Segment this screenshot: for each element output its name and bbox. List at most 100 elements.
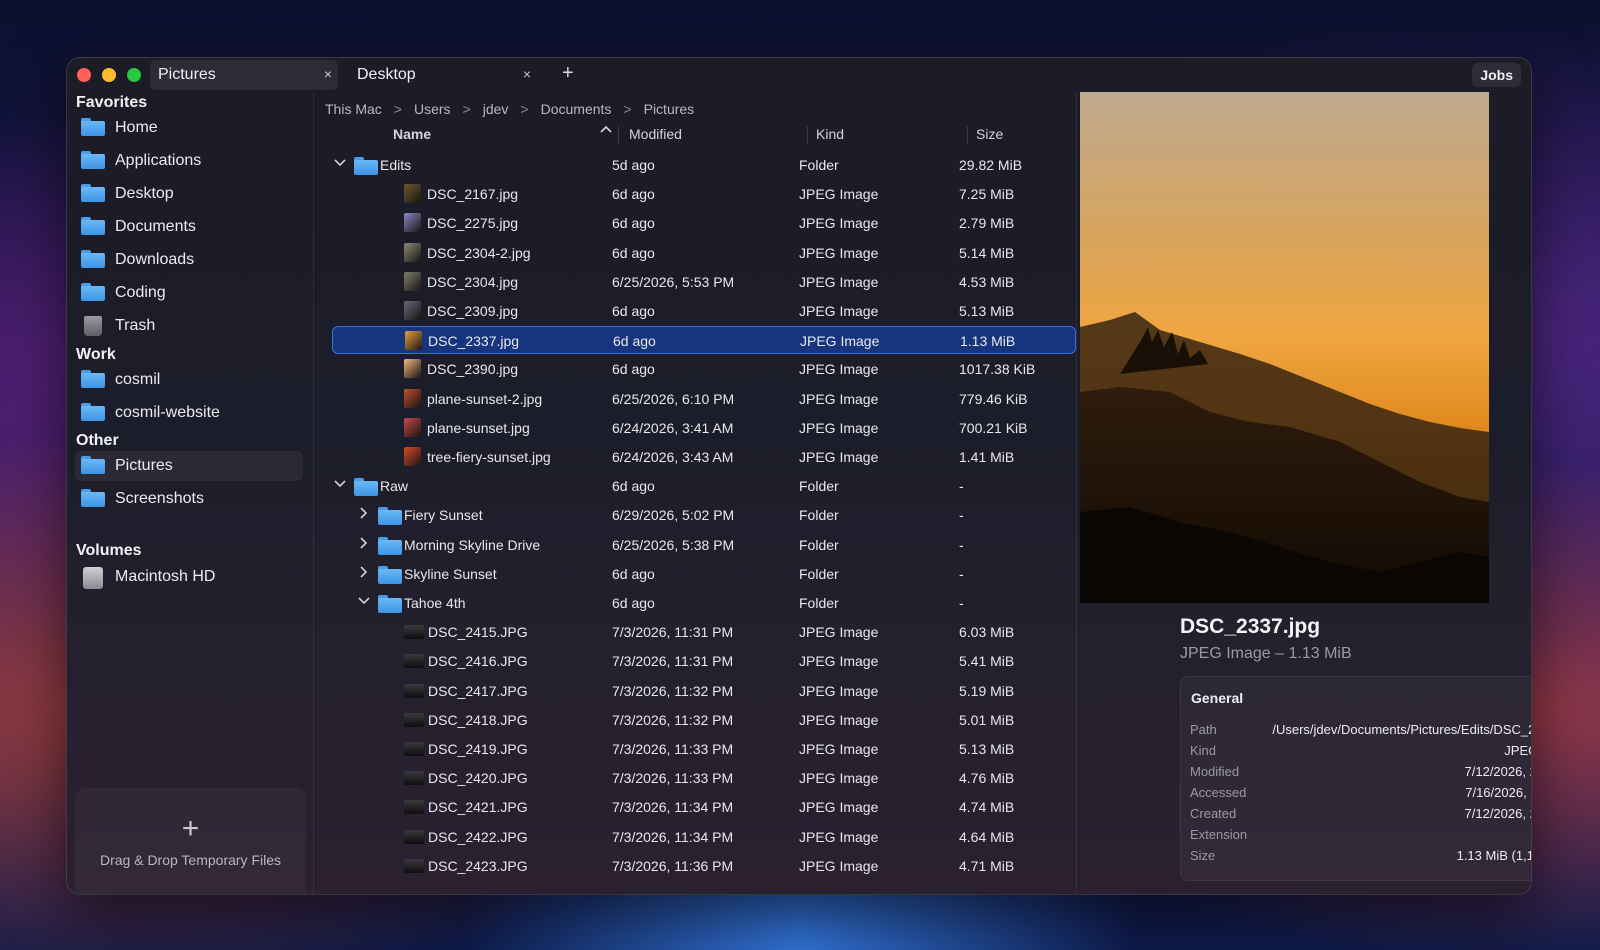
sidebar-item-applications[interactable]: Applications [75,146,303,176]
folder-row[interactable]: Tahoe 4th 6d ago Folder - [332,589,1076,617]
sidebar-item-macintosh-hd[interactable]: Macintosh HD [75,562,303,592]
tab-pictures[interactable]: Pictures × [150,60,338,90]
chevron-right-icon[interactable] [356,565,372,581]
sidebar-item-home[interactable]: Home [75,113,303,143]
file-name: DSC_2416.JPG [428,653,528,670]
info-key: Size [1190,848,1216,863]
file-size: 700.21 KiB [959,419,1028,436]
sidebar-item-desktop[interactable]: Desktop [75,179,303,209]
sidebar-item-pictures[interactable]: Pictures [75,451,303,481]
breadcrumb-item[interactable]: jdev [483,101,509,117]
column-header-name[interactable]: Name [393,126,431,146]
new-tab-button[interactable]: + [562,62,574,85]
sidebar-item-trash[interactable]: Trash [75,311,303,341]
dropzone-label: Drag & Drop Temporary Files [99,852,282,868]
close-window-button[interactable] [77,68,91,82]
file-size: 4.64 MiB [959,828,1015,845]
file-name: Fiery Sunset [404,507,483,524]
disk-icon [81,567,105,589]
file-name: DSC_2423.JPG [428,857,528,874]
file-modified: 6/24/2026, 3:41 AM [612,419,734,436]
file-row[interactable]: DSC_2418.JPG 7/3/2026, 11:32 PM JPEG Image… [332,706,1076,734]
file-row[interactable]: DSC_2390.jpg 6d ago JPEG Image 1017.38 KiB [332,355,1076,383]
breadcrumb-item[interactable]: This Mac [325,101,382,117]
finder-window: Pictures × Desktop × + Jobs Favorites Ho… [66,57,1532,895]
sidebar-item-cosmil-website[interactable]: cosmil-website [75,398,303,428]
file-kind: JPEG Image [799,419,879,436]
file-size: 5.13 MiB [959,741,1015,757]
chevron-right-icon[interactable] [356,506,372,522]
breadcrumb-item[interactable]: Pictures [644,101,695,117]
breadcrumb-item[interactable]: Documents [541,101,612,117]
file-row[interactable]: DSC_2417.JPG 7/3/2026, 11:32 PM JPEG Image… [332,677,1076,705]
folder-icon [378,507,402,527]
temporary-files-dropzone[interactable]: + Drag & Drop Temporary Files [75,788,306,894]
zoom-window-button[interactable] [127,68,141,82]
file-kind: JPEG Image [799,741,879,757]
file-row[interactable]: DSC_2423.JPG 7/3/2026, 11:36 PM JPEG Image… [332,852,1076,880]
sidebar-item-screenshots[interactable]: Screenshots [75,484,303,514]
file-size: 5.19 MiB [959,682,1015,699]
file-row[interactable]: DSC_2337.jpg 6d ago JPEG Image 1.13 MiB [332,326,1076,355]
folder-row[interactable]: Skyline Sunset 6d ago Folder - [332,560,1076,588]
sidebar-item-coding[interactable]: Coding [75,278,303,308]
file-row[interactable]: DSC_2275.jpg 6d ago JPEG Image 2.79 MiB [332,209,1076,237]
file-kind: JPEG Image [799,186,879,203]
file-row[interactable]: DSC_2419.JPG 7/3/2026, 11:33 PM JPEG Image… [332,735,1076,763]
sidebar-item-documents[interactable]: Documents [75,212,303,242]
chevron-right-icon[interactable] [356,536,372,552]
image-thumbnail-icon [404,417,421,437]
folder-row[interactable]: Morning Skyline Drive 6/25/2026, 5:38 PM F… [332,531,1076,559]
file-modified: 5d ago [612,157,655,173]
tab-close-icon[interactable]: × [324,66,332,82]
file-row[interactable]: DSC_2304-2.jpg 6d ago JPEG Image 5.14 MiB [332,239,1076,267]
file-modified: 6/25/2026, 6:10 PM [612,390,735,407]
file-name: Tahoe 4th [404,595,466,611]
file-row[interactable]: DSC_2167.jpg 6d ago JPEG Image 7.25 MiB [332,180,1076,208]
column-header-size[interactable]: Size [976,126,1003,146]
file-row[interactable]: DSC_2420.JPG 7/3/2026, 11:33 PM JPEG Image… [332,764,1076,792]
column-header-modified[interactable]: Modified [629,126,682,146]
info-key: Created [1190,806,1237,821]
file-modified: 6d ago [612,303,655,319]
sidebar-item-downloads[interactable]: Downloads [75,245,303,275]
file-modified: 6d ago [612,186,655,203]
tab-close-icon[interactable]: × [523,66,531,82]
sidebar-section-volumes: Volumes [76,542,142,559]
file-row[interactable]: tree-fiery-sunset.jpg 6/24/2026, 3:43 AM J… [332,443,1076,471]
downloads-folder-icon [81,250,105,270]
image-thumbnail-icon [404,858,424,873]
column-divider[interactable] [807,126,808,144]
file-row[interactable]: plane-sunset-2.jpg 6/25/2026, 6:10 PM JPEG… [332,385,1076,413]
folder-row[interactable]: Fiery Sunset 6/29/2026, 5:02 PM Folder - [332,501,1076,529]
sidebar-item-label: cosmil-website [115,404,220,421]
tab-desktop[interactable]: Desktop × [349,60,537,90]
applications-folder-icon [81,151,105,171]
chevron-down-icon[interactable] [356,594,372,610]
column-divider[interactable] [618,126,619,144]
chevron-down-icon[interactable] [332,477,348,493]
file-row[interactable]: DSC_2422.JPG 7/3/2026, 11:34 PM JPEG Image… [332,823,1076,851]
file-kind: Folder [799,565,839,582]
file-row[interactable]: DSC_2309.jpg 6d ago JPEG Image 5.13 MiB [332,297,1076,325]
folder-row[interactable]: Edits 5d ago Folder 29.82 MiB [332,151,1076,179]
title-bar: Pictures × Desktop × + Jobs [67,58,1531,92]
column-header-kind[interactable]: Kind [816,126,844,146]
file-modified: 6/25/2026, 5:53 PM [612,273,735,290]
chevron-down-icon[interactable] [332,156,348,172]
file-name: DSC_2167.jpg [427,186,519,203]
breadcrumb-item[interactable]: Users [414,101,451,117]
file-row[interactable]: DSC_2304.jpg 6/25/2026, 5:53 PM JPEG Image… [332,268,1076,296]
minimize-window-button[interactable] [102,68,116,82]
column-divider[interactable] [967,126,968,144]
file-row[interactable]: plane-sunset.jpg 6/24/2026, 3:41 AM JPEG I… [332,414,1076,442]
sidebar-item-cosmil[interactable]: cosmil [75,365,303,395]
folder-row[interactable]: Raw 6d ago Folder - [332,472,1076,500]
jobs-button[interactable]: Jobs [1472,63,1521,87]
file-size: - [959,536,964,553]
file-size: 6.03 MiB [959,624,1015,641]
file-row[interactable]: DSC_2415.JPG 7/3/2026, 11:31 PM JPEG Image… [332,618,1076,646]
chevron-right-icon: > [393,101,402,117]
file-row[interactable]: DSC_2416.JPG 7/3/2026, 11:31 PM JPEG Image… [332,647,1076,675]
file-row[interactable]: DSC_2421.JPG 7/3/2026, 11:34 PM JPEG Image… [332,793,1076,821]
